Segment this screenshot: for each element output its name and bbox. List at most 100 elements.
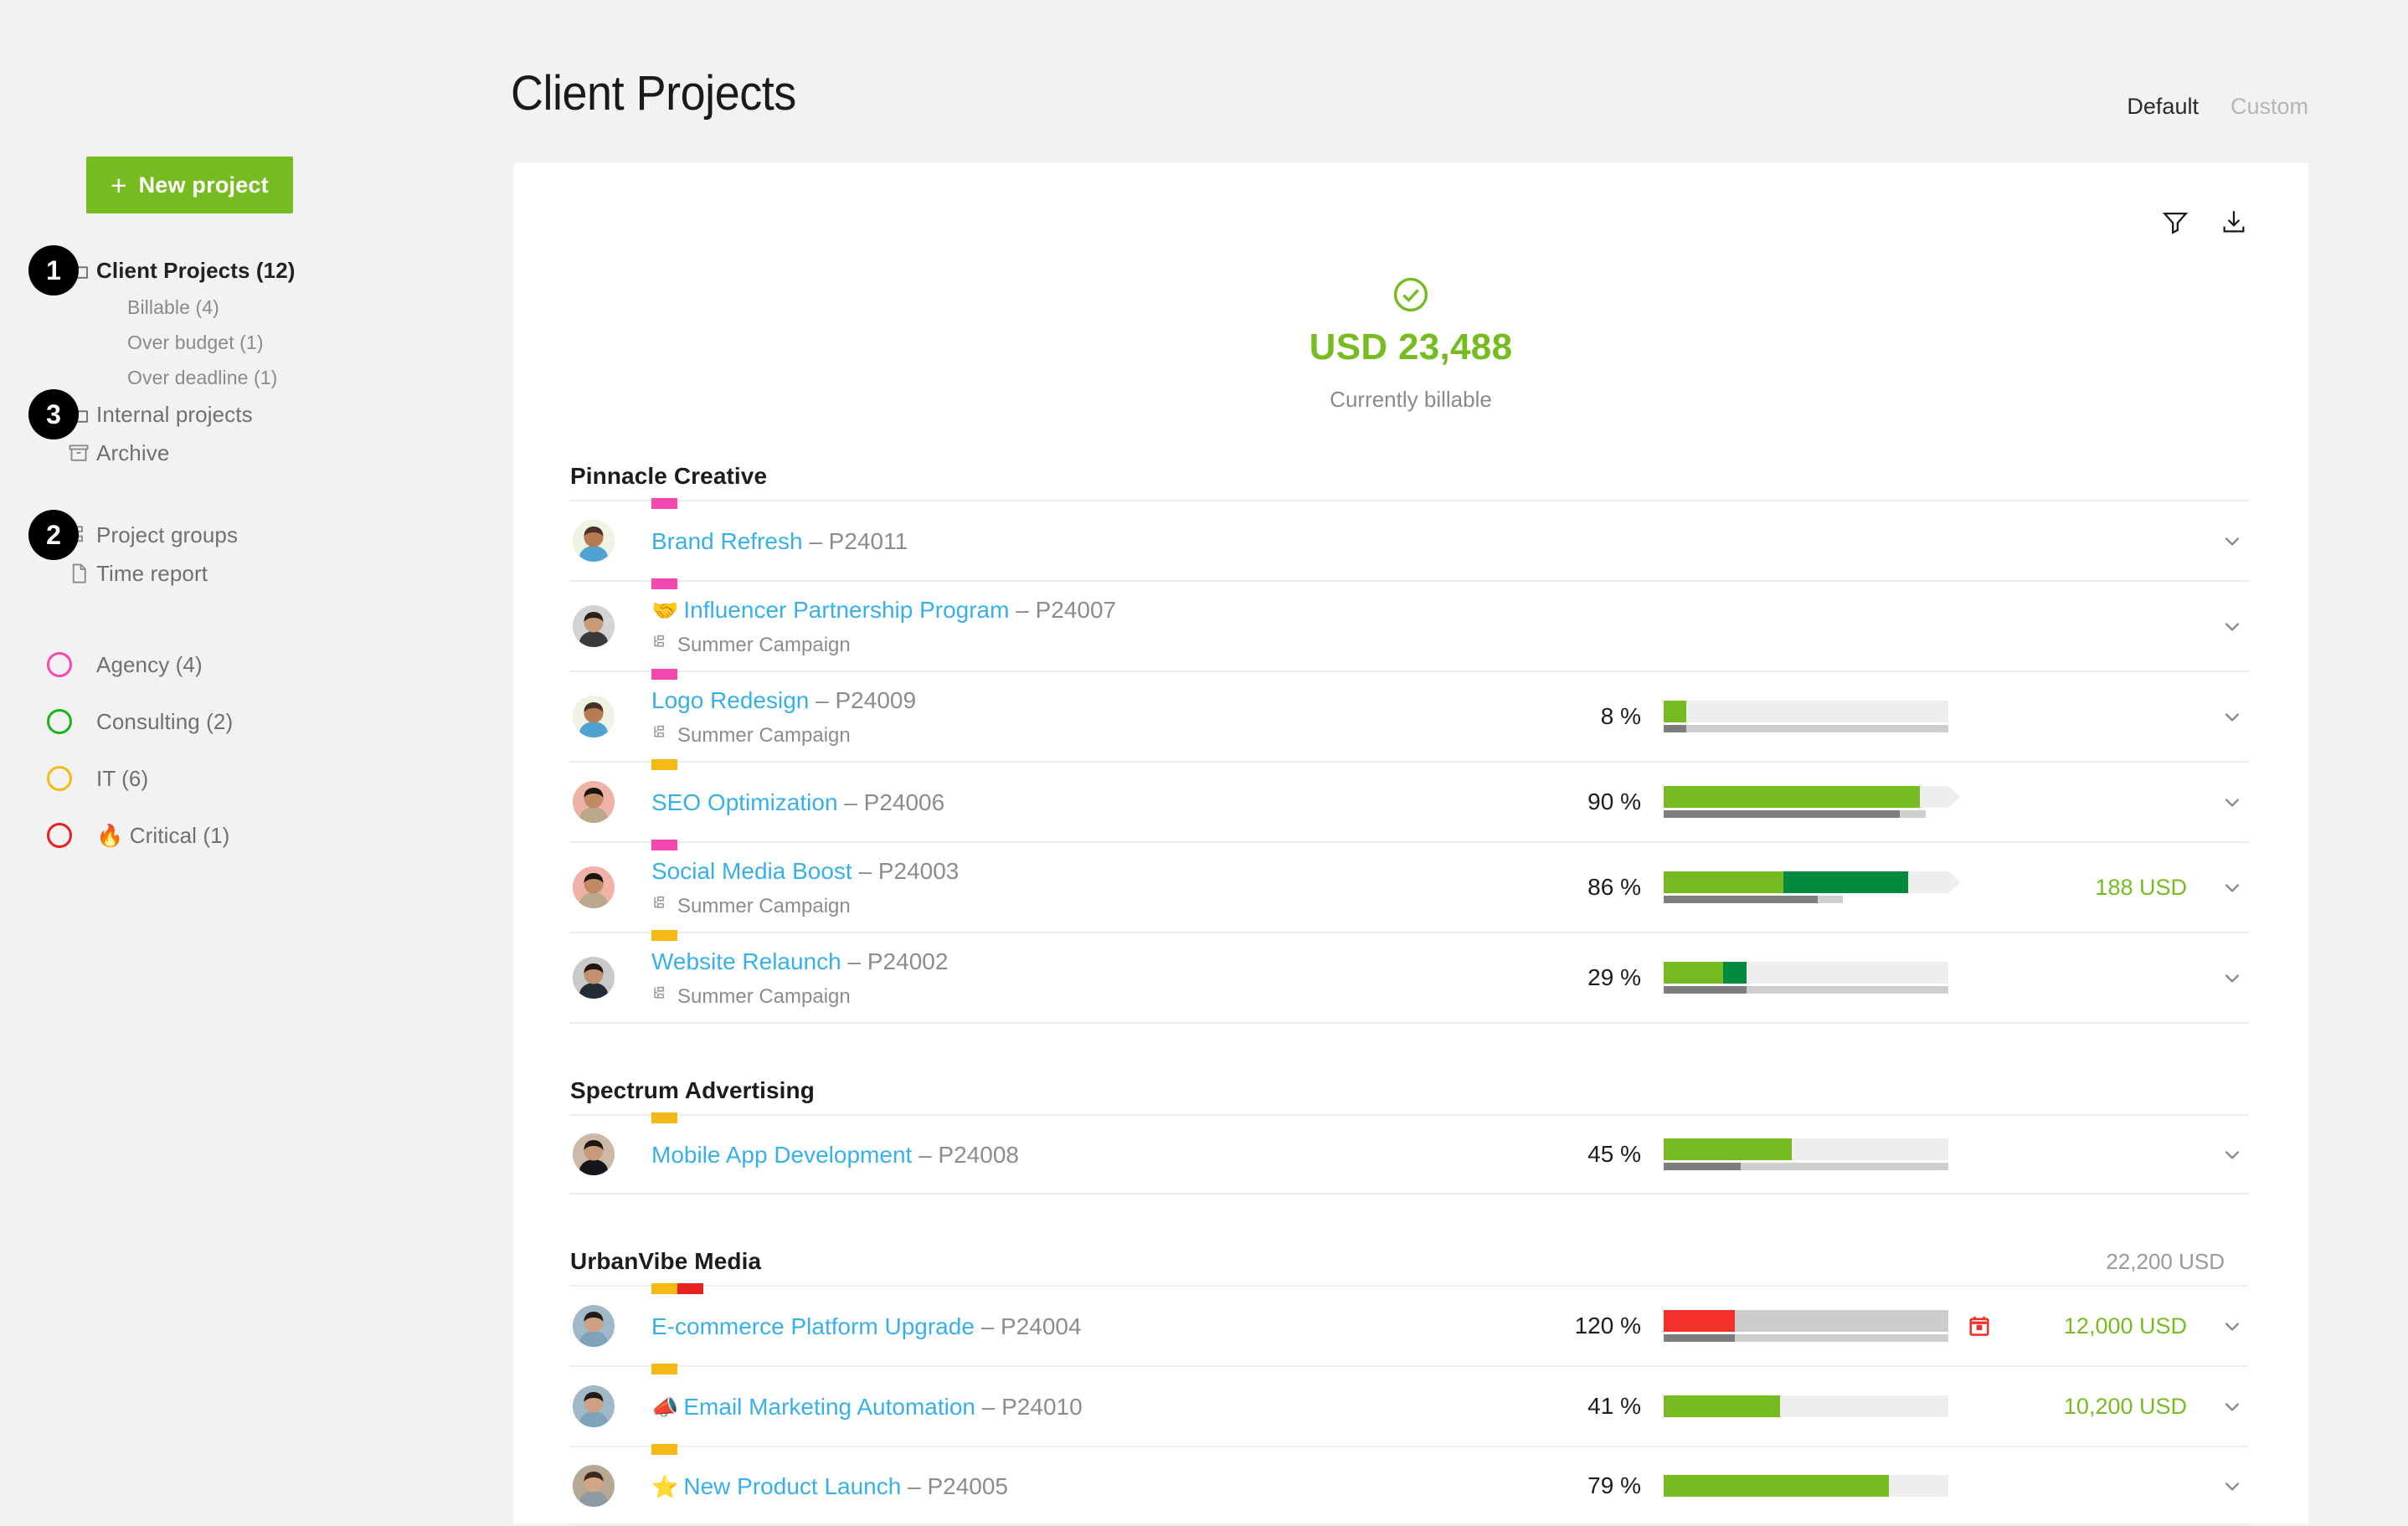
chevron-down-icon[interactable] [2215, 965, 2249, 990]
project-link[interactable]: Social Media Boost [651, 858, 852, 884]
progress-bar [1664, 1310, 1948, 1342]
project-emoji-icon: 🤝 [651, 598, 679, 623]
project-link[interactable]: Influencer Partnership Program [683, 597, 1009, 623]
filter-icon[interactable] [2160, 207, 2190, 237]
project-link[interactable]: Website Relaunch [651, 948, 841, 974]
project-info: Mobile App Development – P24008 [651, 1127, 1547, 1183]
sidebar-item-client-projects-12[interactable]: 1 Client Projects (12) [0, 245, 513, 295]
project-title: 📣 Email Marketing Automation – P24010 [651, 1392, 1547, 1421]
new-project-button[interactable]: + New project [86, 157, 293, 213]
page-title: Client Projects [511, 66, 796, 121]
project-group-colorbar [651, 578, 677, 589]
sidebar-item-time-report[interactable]: Time report [0, 554, 513, 593]
chevron-down-icon[interactable] [2215, 1142, 2249, 1167]
project-group-critical-1[interactable]: 🔥 Critical (1) [0, 807, 513, 864]
tab-custom[interactable]: Custom [2230, 94, 2308, 120]
project-row-email-marketing-automation[interactable]: 📣 Email Marketing Automation – P24010 41 %… [570, 1364, 2249, 1446]
project-info: 📣 Email Marketing Automation – P24010 [651, 1379, 1547, 1435]
project-row-social-media-boost[interactable]: Social Media Boost – P24003 Summer Campa… [570, 840, 2249, 932]
progress-subtrack [1664, 896, 1844, 903]
check-circle-icon [1391, 275, 1431, 315]
progress-subtrack [1664, 1334, 1948, 1342]
progress-subfill [1664, 896, 1819, 903]
billable-caption: Currently billable [1330, 387, 1492, 412]
project-id: – P24008 [918, 1141, 1019, 1168]
project-info: 🤝 Influencer Partnership Program – P24007… [651, 582, 1547, 671]
nav-separator [0, 593, 513, 636]
billable-summary: USD 23,488 Currently billable [513, 163, 2308, 413]
project-title: E-commerce Platform Upgrade – P24004 [651, 1312, 1547, 1341]
colorbar-segment [651, 1444, 677, 1455]
projects-card: USD 23,488 Currently billable Pinnacle C… [513, 163, 2308, 1526]
project-group-label: IT (6) [96, 765, 149, 791]
deadline-warning[interactable] [1967, 1313, 2017, 1338]
client-block-gap [570, 1025, 2249, 1077]
project-group-label: 🔥 Critical (1) [96, 822, 230, 848]
progress-arrow-cap [1948, 786, 1960, 808]
project-link[interactable]: Brand Refresh [651, 528, 803, 554]
chevron-down-icon[interactable] [2215, 789, 2249, 814]
sidebar-item-over-budget-1[interactable]: Over budget (1) [0, 325, 513, 360]
project-title: 🤝 Influencer Partnership Program – P24007 [651, 595, 1547, 624]
avatar [573, 1385, 615, 1427]
download-icon[interactable] [2219, 207, 2249, 237]
progress-percent: 90 % [1587, 789, 1641, 814]
project-row-influencer-partnership-program[interactable]: 🤝 Influencer Partnership Program – P24007… [570, 578, 2249, 671]
project-row-website-relaunch[interactable]: Website Relaunch – P24002 Summer Campaig… [570, 930, 2249, 1024]
tab-default[interactable]: Default [2127, 94, 2199, 120]
chevron-down-icon[interactable] [2215, 875, 2249, 900]
project-row-new-product-launch[interactable]: ⭐ New Product Launch – P24005 79 % [570, 1444, 2249, 1526]
project-emoji-icon: 📣 [651, 1394, 679, 1420]
project-group-colorbar [651, 1112, 677, 1123]
project-group-row: Summer Campaign [651, 723, 1547, 748]
project-row-logo-redesign[interactable]: Logo Redesign – P24009 Summer Campaign 8 … [570, 669, 2249, 761]
project-emoji-icon: ⭐ [651, 1473, 679, 1499]
project-group-name: Summer Campaign [677, 894, 851, 917]
sidebar-item-project-groups[interactable]: 2 Project groups [0, 510, 513, 560]
progress-bar [1664, 1475, 1948, 1497]
chevron-down-icon[interactable] [2215, 1313, 2249, 1338]
project-link[interactable]: New Product Launch [683, 1473, 901, 1499]
project-info: SEO Optimization – P24006 [651, 774, 1547, 830]
project-row-mobile-app-development[interactable]: Mobile App Development – P24008 45 % [570, 1112, 2249, 1195]
project-group-agency-4[interactable]: Agency (4) [0, 636, 513, 693]
chevron-down-icon[interactable] [2215, 704, 2249, 729]
project-row-e-commerce-platform-upgrade[interactable]: E-commerce Platform Upgrade – P24004 120 … [570, 1283, 2249, 1365]
group-small-icon [651, 633, 670, 657]
card-toolbar [2160, 207, 2249, 237]
client-name: UrbanVibe Media [570, 1248, 762, 1274]
project-row-seo-optimization[interactable]: SEO Optimization – P24006 90 % [570, 759, 2249, 841]
project-link[interactable]: Logo Redesign [651, 687, 809, 713]
project-row-brand-refresh[interactable]: Brand Refresh – P24011 [570, 498, 2249, 580]
project-link[interactable]: Mobile App Development [651, 1142, 912, 1168]
client-block-gap [570, 1196, 2249, 1248]
progress-percent: 45 % [1587, 1141, 1641, 1167]
progress-bar [1664, 701, 1948, 732]
project-group-colorbar [651, 498, 677, 509]
project-link[interactable]: SEO Optimization [651, 789, 838, 815]
project-info: Website Relaunch – P24002 Summer Campaig… [651, 933, 1547, 1022]
project-group-colorbar [651, 1364, 677, 1374]
project-id: – P24009 [816, 687, 917, 713]
chevron-down-icon[interactable] [2215, 614, 2249, 639]
chevron-down-icon[interactable] [2215, 1394, 2249, 1419]
progress-bar [1664, 1138, 1948, 1170]
sidebar-item-billable-4[interactable]: Billable (4) [0, 290, 513, 325]
project-info: ⭐ New Product Launch – P24005 [651, 1458, 1547, 1514]
sidebar-item-archive[interactable]: Archive [0, 434, 513, 472]
project-group-consulting-2[interactable]: Consulting (2) [0, 693, 513, 750]
project-link[interactable]: Email Marketing Automation [683, 1394, 975, 1420]
project-title: Mobile App Development – P24008 [651, 1140, 1547, 1169]
chevron-down-icon[interactable] [2215, 1473, 2249, 1498]
progress-fill-tracked [1664, 871, 1783, 893]
chevron-down-icon[interactable] [2215, 528, 2249, 553]
project-group-it-6[interactable]: IT (6) [0, 750, 513, 807]
progress-track [1664, 1475, 1948, 1497]
project-link[interactable]: E-commerce Platform Upgrade [651, 1313, 975, 1339]
group-small-icon [651, 984, 670, 1009]
project-title: Website Relaunch – P24002 [651, 947, 1547, 976]
sidebar-item-internal-projects[interactable]: 3 Internal projects [0, 389, 513, 439]
sidebar-item-over-deadline-1[interactable]: Over deadline (1) [0, 360, 513, 395]
progress-arrow-cap [1948, 871, 1960, 893]
project-group-row: Summer Campaign [651, 633, 1547, 657]
